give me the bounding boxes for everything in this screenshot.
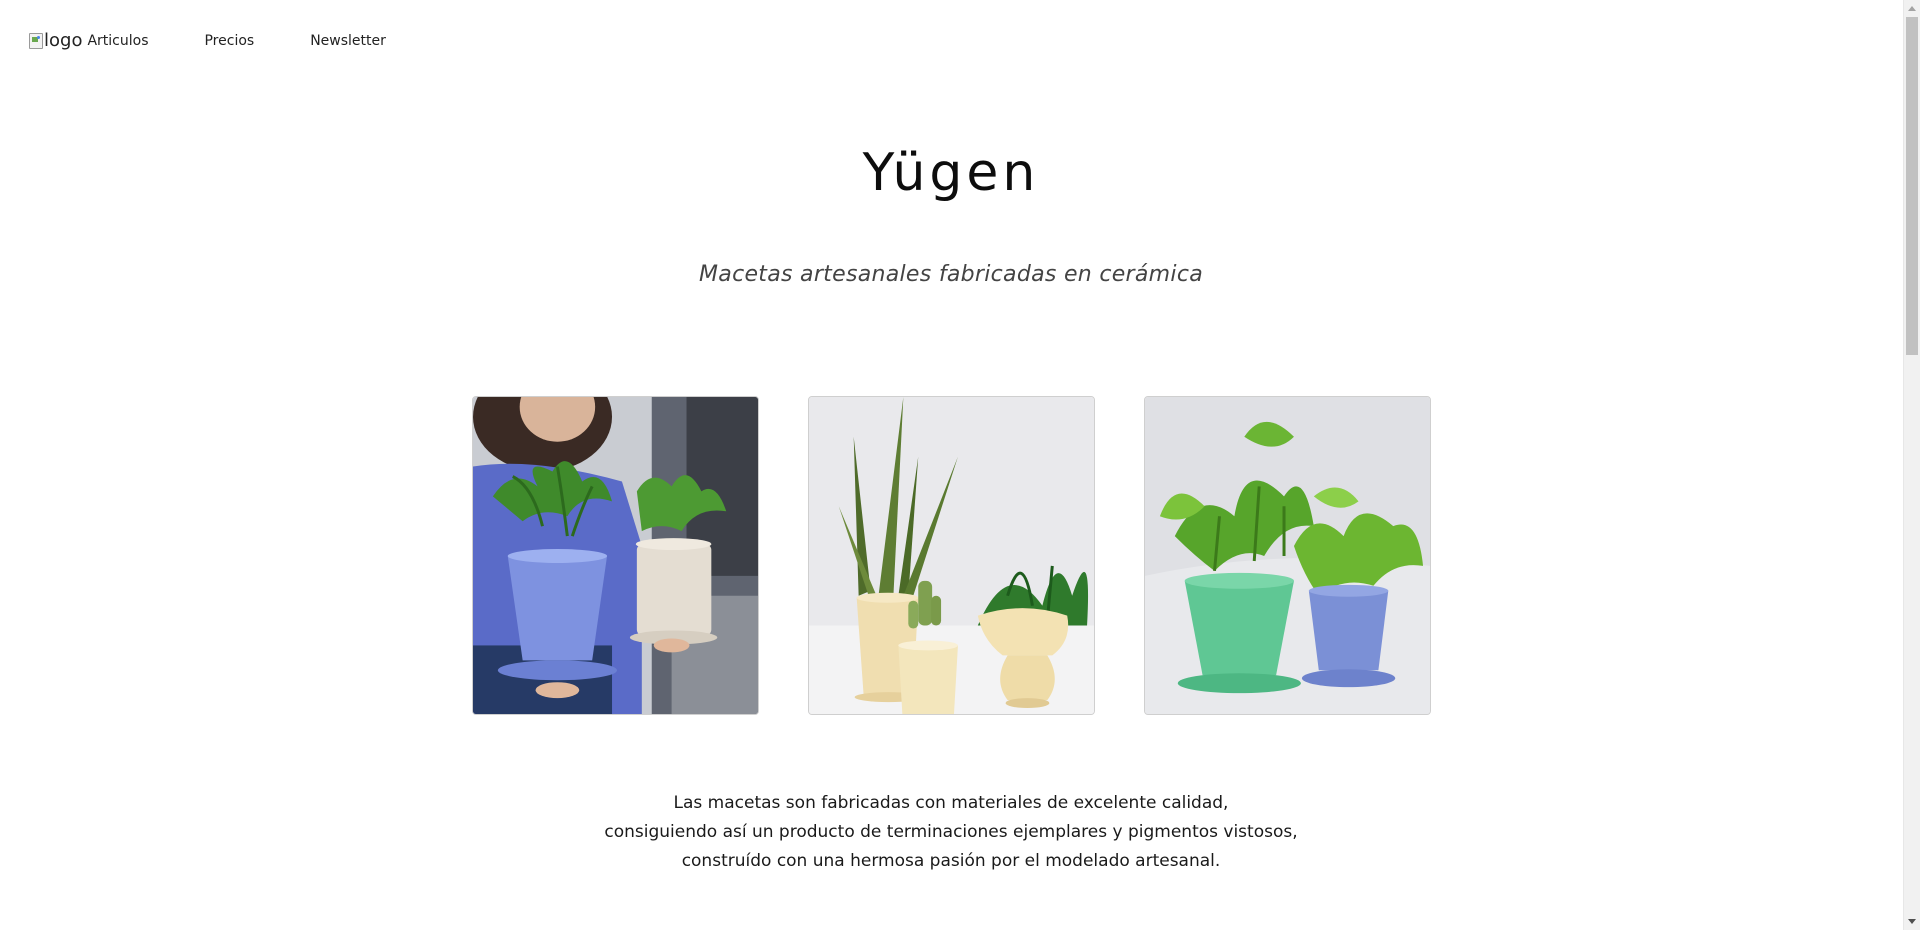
photo-cream-pots <box>809 397 1094 714</box>
logo-alt-text: logo <box>44 30 83 51</box>
scroll-down-arrow-icon[interactable] <box>1908 919 1916 924</box>
photo-green-blue-pots <box>1145 397 1430 714</box>
description-line: Las macetas son fabricadas con materiale… <box>673 793 1229 813</box>
nav-link-articulos[interactable]: Articulos <box>87 33 148 49</box>
gallery-image-woman-holding-pots[interactable] <box>472 396 759 715</box>
top-nav: logo Articulos Precios Newsletter <box>29 30 386 51</box>
gallery-image-green-blue-pots[interactable] <box>1144 396 1431 715</box>
logo[interactable]: logo <box>29 30 82 51</box>
page-subtitle: Macetas artesanales fabricadas en cerámi… <box>699 262 1203 287</box>
page: logo Articulos Precios Newsletter Yügen … <box>0 0 1920 930</box>
photo-woman-holding-pots <box>473 397 758 714</box>
description-line: construído con una hermosa pasión por el… <box>681 851 1221 871</box>
nav-link-precios[interactable]: Precios <box>204 33 254 49</box>
scroll-up-arrow-icon[interactable] <box>1908 6 1916 11</box>
page-title: Yügen <box>862 143 1040 203</box>
product-gallery <box>472 396 1431 715</box>
description-line: consiguiendo así un producto de terminac… <box>604 822 1298 842</box>
gallery-image-cream-pots[interactable] <box>808 396 1095 715</box>
nav-link-newsletter[interactable]: Newsletter <box>310 33 386 49</box>
scrollbar-thumb[interactable] <box>1906 17 1918 355</box>
broken-image-icon <box>29 32 43 49</box>
vertical-scrollbar[interactable] <box>1903 0 1920 930</box>
description: Las macetas son fabricadas con materiale… <box>0 789 1902 876</box>
